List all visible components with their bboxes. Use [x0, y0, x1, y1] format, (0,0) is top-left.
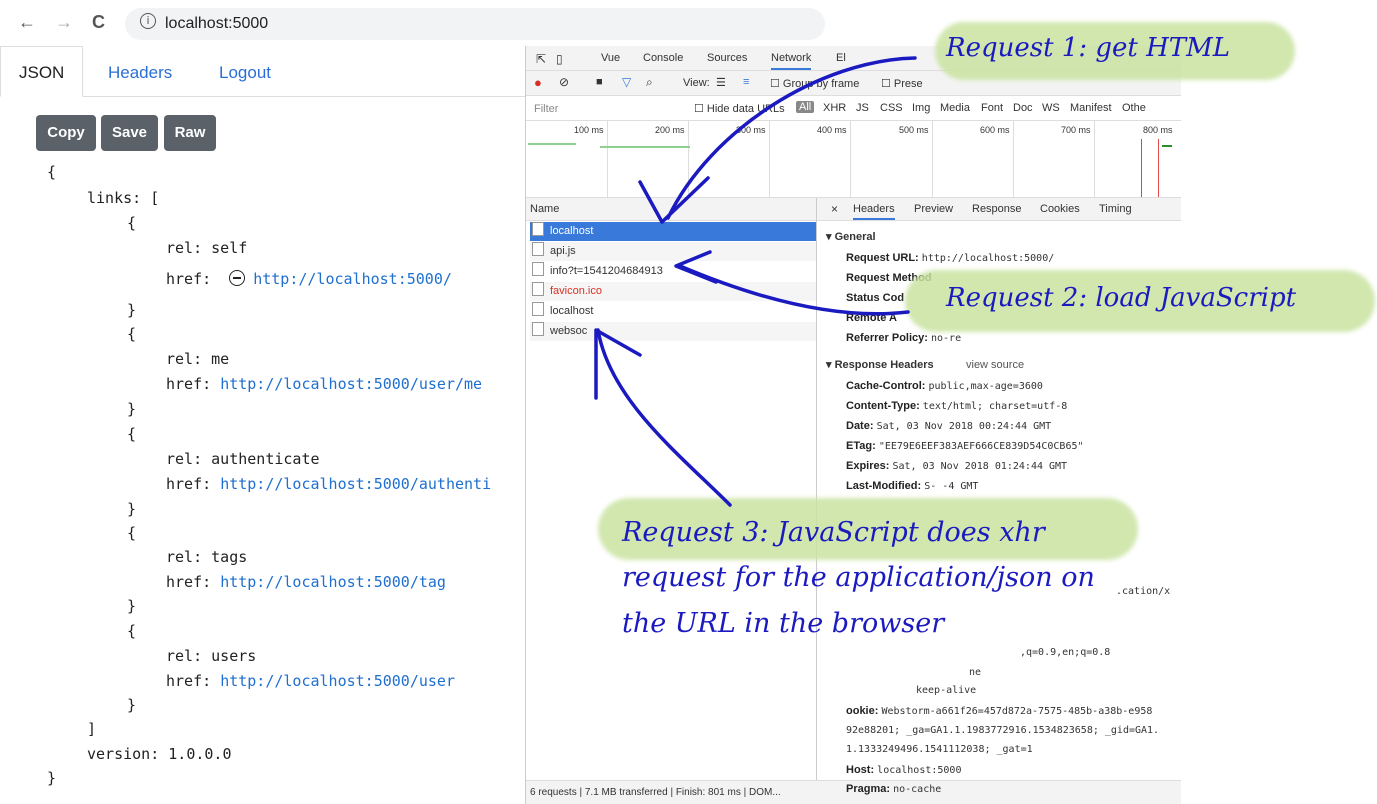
annotation-request-3-line-1: Request 3: JavaScript does xhr	[622, 517, 1045, 548]
arrow-request-2	[678, 264, 910, 316]
annotation-request-3-line-2: request for the application/json on	[622, 562, 1095, 593]
annotation-request-3-line-3: the URL in the browser	[622, 608, 945, 639]
arrowhead-request-1	[638, 176, 710, 224]
arrow-request-3	[596, 328, 732, 507]
annotation-arrows	[594, 56, 917, 507]
arrow-request-1	[666, 56, 917, 220]
annotation-request-1: Request 1: get HTML	[946, 33, 1231, 63]
annotation-request-2: Request 2: load JavaScript	[946, 283, 1297, 313]
arrowhead-request-3	[594, 328, 642, 400]
